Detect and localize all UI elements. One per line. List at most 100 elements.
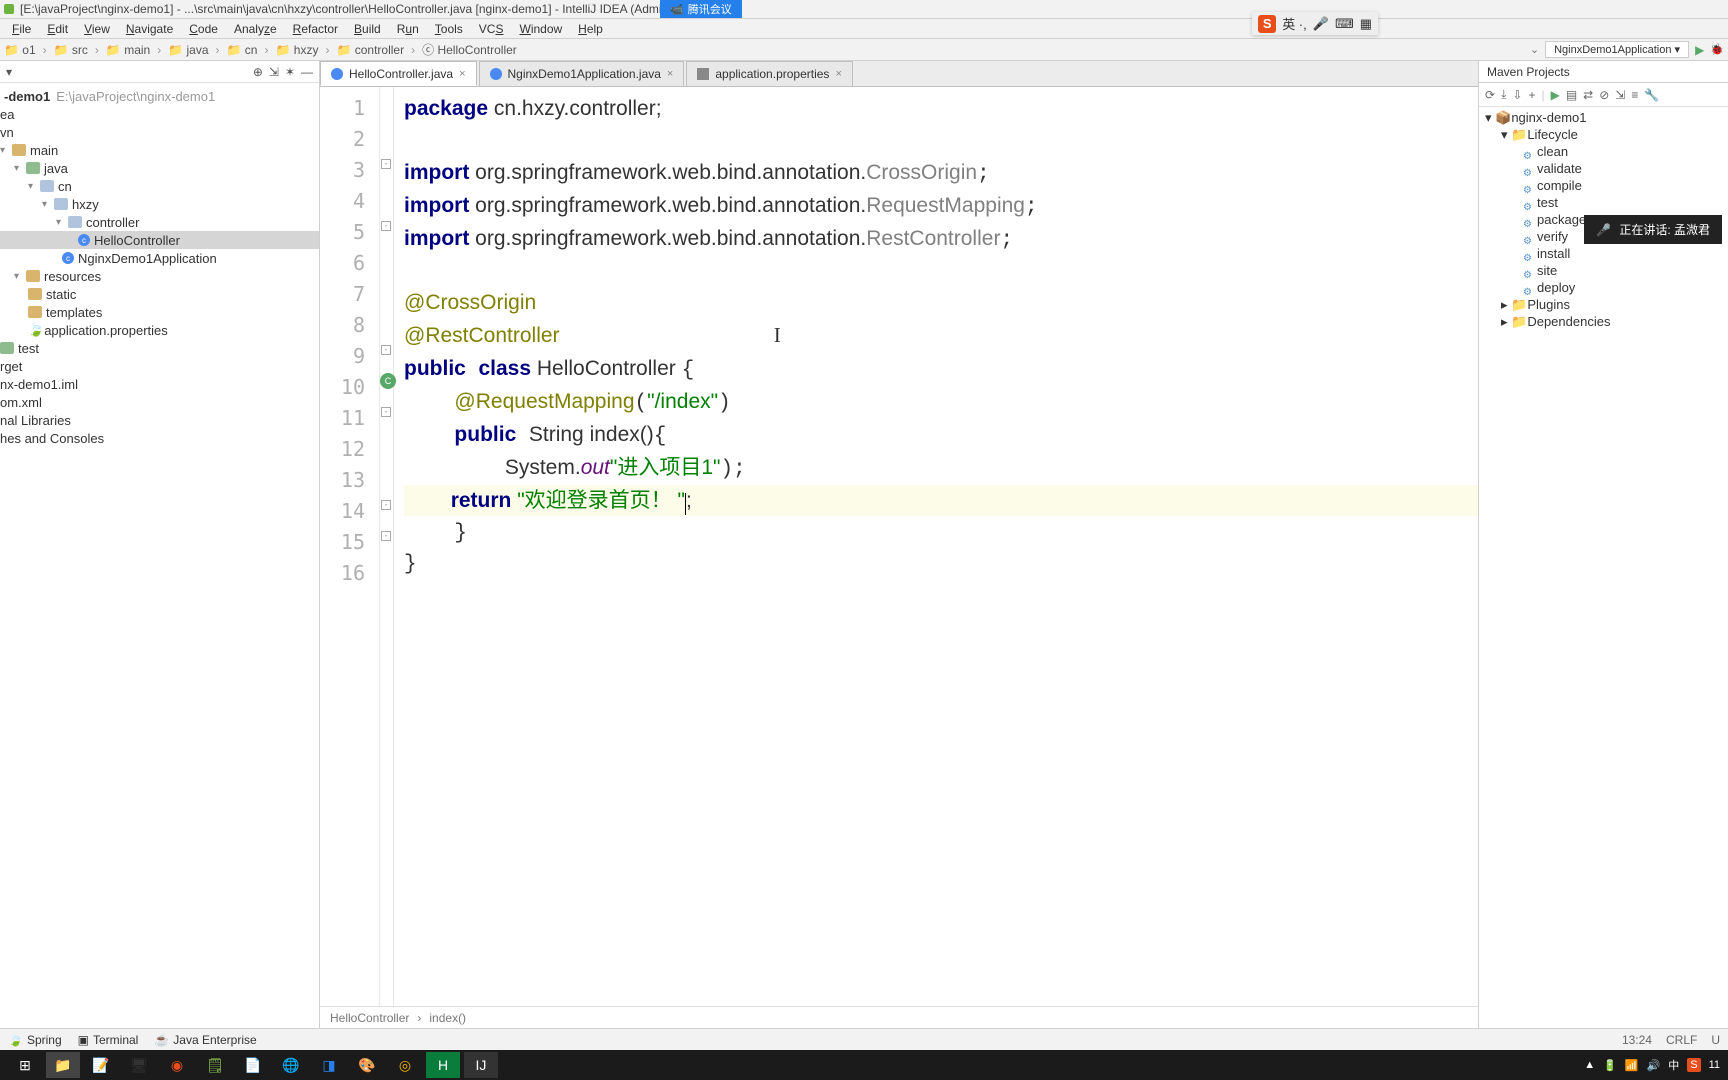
refresh-icon[interactable]: ⟳ [1485,88,1495,102]
task-chrome[interactable]: 🌐 [274,1052,308,1078]
tree-item[interactable]: nx-demo1.iml [0,375,319,393]
tree-item[interactable]: ▾hxzy [0,195,319,213]
tab-props[interactable]: application.properties× [686,61,853,86]
menu-navigate[interactable]: Navigate [120,22,179,36]
generate-icon[interactable]: ⤓ [1501,87,1506,102]
target-icon[interactable]: ⊕ [253,65,263,79]
crumb-controller[interactable]: 📁 controller [336,43,404,57]
menu-code[interactable]: Code [183,22,224,36]
maven-phase[interactable]: clean [1479,143,1728,160]
editor-breadcrumb[interactable]: HelloController › index() [320,1006,1478,1028]
gutter-icon-class[interactable]: C [380,372,396,389]
menu-bar[interactable]: File Edit View Navigate Code Analyze Ref… [0,19,1728,39]
run-config-combo[interactable]: NginxDemo1Application ▾ [1545,41,1689,58]
code-editor[interactable]: 12345678910111213141516 - - - - - - C pa… [320,87,1478,1006]
task-app[interactable]: 📁 [46,1052,80,1078]
maven-phase[interactable]: test [1479,194,1728,211]
offline-icon[interactable]: ⊘ [1599,88,1609,102]
menu-analyze[interactable]: Analyze [228,22,283,36]
run-icon[interactable]: ▶ [1551,88,1560,102]
tree-item[interactable]: nal Libraries [0,411,319,429]
search-icon[interactable]: ⌄ [1530,43,1539,56]
toggle-icon[interactable]: ⇄ [1583,88,1593,102]
menu-build[interactable]: Build [348,22,387,36]
breadcrumbs[interactable]: 📁 o1 📁 src 📁 main 📁 java 📁 cn 📁 hxzy 📁 c… [4,41,517,58]
tree-item[interactable]: ▾main [0,141,319,159]
wrench-icon[interactable]: 🔧 [1644,88,1659,102]
encoding[interactable]: U [1711,1033,1720,1047]
crumb-class[interactable]: ⓒ HelloController [422,41,517,58]
tencent-meeting-badge[interactable]: 📹 腾讯会议 [660,0,742,18]
task-app[interactable]: 📝 [84,1052,118,1078]
maven-phase[interactable]: compile [1479,177,1728,194]
tree-item-app[interactable]: cNginxDemo1Application [0,249,319,267]
settings-icon[interactable]: ✶ [285,65,295,79]
exec-icon[interactable]: ▤ [1566,88,1577,102]
task-app[interactable]: 🖥 [122,1052,156,1078]
close-icon[interactable]: × [835,68,841,80]
collapse-icon[interactable]: ⇲ [269,65,279,79]
task-hbuilder[interactable]: H [426,1052,460,1078]
tree-item[interactable]: ea [0,105,319,123]
menu-tools[interactable]: Tools [429,22,469,36]
tree-root[interactable]: -demo1E:\javaProject\nginx-demo1 [0,87,319,105]
tree-item[interactable]: hes and Consoles [0,429,319,447]
close-icon[interactable]: × [667,68,673,80]
tool-jee[interactable]: ☕ Java Enterprise [154,1033,256,1047]
tree-item[interactable]: om.xml [0,393,319,411]
menu-file[interactable]: File [6,22,37,36]
maven-phase[interactable]: site [1479,262,1728,279]
keyboard-icon[interactable]: ⌨ [1335,16,1354,32]
menu-help[interactable]: Help [572,22,609,36]
task-app[interactable]: 📄 [236,1052,270,1078]
crumb-java[interactable]: 📁 java [168,43,208,57]
caret-position[interactable]: 13:24 [1622,1033,1652,1047]
maven-tree[interactable]: ▾ 📦 nginx-demo1 ▾ 📁 Lifecycle clean vali… [1479,107,1728,1028]
hide-icon[interactable]: — [301,65,313,79]
windows-taskbar[interactable]: ⊞ 📁 📝 🖥 ◉ 🗒 📄 🌐 ◨ 🎨 ◎ H IJ ▲🔋📶🔊中S 11 [0,1050,1728,1080]
close-icon[interactable]: × [459,68,465,80]
tree-item[interactable]: ▾controller [0,213,319,231]
run-button[interactable]: ▶ [1695,43,1704,57]
filter-icon[interactable]: ≡ [1631,88,1638,102]
tree-item[interactable]: 🍃application.properties [0,321,319,339]
tree-item[interactable]: vn [0,123,319,141]
crumb-src[interactable]: 📁 src [54,43,88,57]
maven-toolbar[interactable]: ⟳ ⤓ ⇩ + | ▶ ▤ ⇄ ⊘ ⇲ ≡ 🔧 [1479,83,1728,107]
start-icon[interactable]: ⊞ [8,1052,42,1078]
mic-icon[interactable]: 🎤 [1313,16,1329,32]
system-tray[interactable]: ▲🔋📶🔊中S 11 [1584,1057,1720,1073]
fold-gutter[interactable]: - - - - - - [380,87,394,1006]
tree-item[interactable]: templates [0,303,319,321]
task-app[interactable]: ◎ [388,1052,422,1078]
crumb-main[interactable]: 📁 main [106,43,150,57]
tree-item[interactable]: ▾java [0,159,319,177]
tree-item-hello[interactable]: cHelloController [0,231,319,249]
tab-hello[interactable]: HelloController.java× [320,61,477,86]
task-app[interactable]: 🎨 [350,1052,384,1078]
code-content[interactable]: package cn.hxzy.controller; import org.s… [394,87,1478,1006]
task-app[interactable]: ◉ [160,1052,194,1078]
crumb-cn[interactable]: 📁 cn [227,43,258,57]
tab-app[interactable]: NginxDemo1Application.java× [479,61,685,86]
maven-root[interactable]: ▾ 📦 nginx-demo1 [1479,109,1728,126]
menu-edit[interactable]: Edit [41,22,74,36]
maven-phase[interactable]: validate [1479,160,1728,177]
tool-spring[interactable]: 🍃 Spring [8,1033,62,1047]
tree-item[interactable]: rget [0,357,319,375]
menu-refactor[interactable]: Refactor [287,22,344,36]
add-icon[interactable]: + [1528,88,1535,102]
task-intellij[interactable]: IJ [464,1052,498,1078]
tree-item[interactable]: ▾cn [0,177,319,195]
menu-vcs[interactable]: VCS [473,22,510,36]
collapse-icon[interactable]: ⇲ [1615,88,1625,102]
tree-item[interactable]: test [0,339,319,357]
tool-terminal[interactable]: ▣ Terminal [78,1033,139,1047]
editor-tabs[interactable]: HelloController.java× NginxDemo1Applicat… [320,61,1478,87]
project-tree[interactable]: -demo1E:\javaProject\nginx-demo1 ea vn ▾… [0,83,319,1028]
crumb-hxzy[interactable]: 📁 hxzy [275,43,318,57]
maven-lifecycle[interactable]: ▾ 📁 Lifecycle [1479,126,1728,143]
task-app[interactable]: ◨ [312,1052,346,1078]
maven-deps[interactable]: ▸ 📁 Dependencies [1479,313,1728,330]
crumb-module[interactable]: 📁 o1 [4,43,36,57]
